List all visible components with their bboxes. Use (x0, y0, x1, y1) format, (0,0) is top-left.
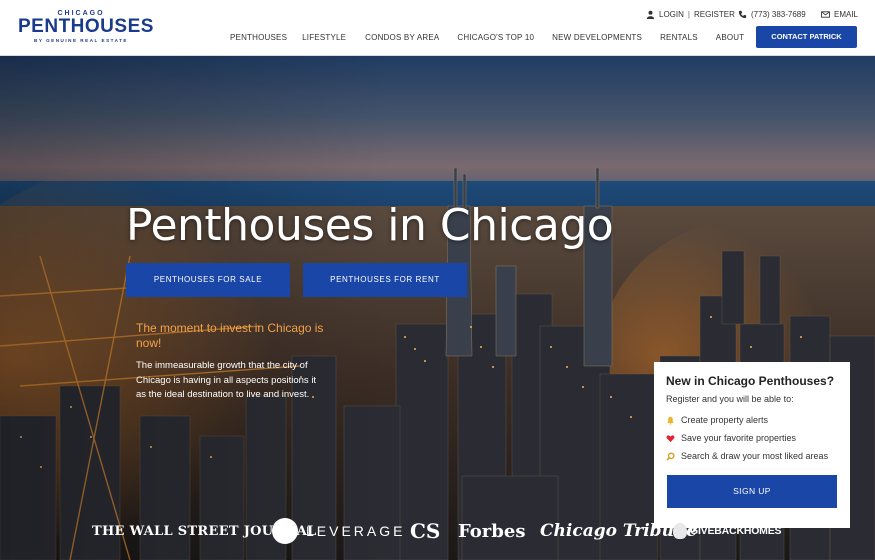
search-icon (666, 451, 675, 461)
givebackhomes-text: GIVEBACKHOMES (690, 525, 782, 537)
phone-number: (773) 383-7689 (751, 9, 806, 19)
main-nav: PENTHOUSES LIFESTYLE CONDOS BY AREA CHICAGO… (220, 27, 785, 47)
register-card-subtitle: Register and you will be able to: (666, 394, 794, 404)
phone-link[interactable]: (773) 383-7689 (738, 8, 806, 20)
cs-logo: CS (410, 519, 441, 543)
givebackhomes-logo: GIVEBACKHOMES (673, 518, 782, 544)
login-register: LOGIN | REGISTER (646, 8, 735, 20)
sign-up-button[interactable]: SIGN UP (667, 475, 837, 508)
benefit-item: Search & draw your most liked areas (666, 450, 828, 462)
penthouses-for-sale-button[interactable]: PENTHOUSES FOR SALE (126, 263, 290, 297)
invest-heading: The moment to invest in Chicago is now! (136, 321, 324, 350)
site-header: CHICAGO PENTHOUSES BY GENUINE REAL ESTAT… (0, 0, 875, 56)
logo-main-text: PENTHOUSES (18, 16, 154, 37)
phone-icon (738, 10, 747, 18)
benefit-label: Create property alerts (681, 415, 769, 425)
nav-item-penthouses[interactable]: PENTHOUSES (230, 33, 287, 42)
nav-item-rentals[interactable]: RENTALS (660, 33, 698, 42)
benefit-label: Save your favorite properties (681, 433, 797, 443)
benefit-item: Create property alerts (666, 414, 768, 426)
user-icon (646, 10, 655, 19)
benefit-label: Search & draw your most liked areas (681, 451, 829, 461)
mail-icon (821, 10, 830, 18)
contact-patrick-button[interactable]: CONTACT PATRICK (756, 26, 857, 48)
util-separator: | (687, 9, 690, 19)
nav-item-condos-by-area[interactable]: CONDOS BY AREA (365, 33, 439, 42)
penthouses-for-rent-button[interactable]: PENTHOUSES FOR RENT (303, 263, 467, 297)
email-link[interactable]: EMAIL (821, 8, 858, 20)
register-link[interactable]: REGISTER (694, 10, 735, 19)
site-logo[interactable]: CHICAGO PENTHOUSES BY GENUINE REAL ESTAT… (18, 10, 154, 44)
giveback-mark-icon (673, 523, 687, 539)
hero-title: Penthouses in Chicago (126, 200, 614, 251)
invest-paragraph: The immeasurable growth that the city of… (136, 360, 317, 400)
login-link[interactable]: LOGIN (659, 10, 684, 19)
bell-icon (667, 416, 674, 425)
leverage-text: LEVERAGE (306, 523, 406, 539)
logo-sub-text: BY GENUINE REAL ESTATE (34, 38, 128, 43)
nav-item-about[interactable]: ABOUT (716, 33, 745, 42)
register-card-title: New in Chicago Penthouses? (666, 374, 835, 388)
nav-item-lifestyle[interactable]: LIFESTYLE (302, 33, 346, 42)
email-label: EMAIL (834, 9, 859, 19)
heart-icon (666, 434, 675, 442)
leverage-logo: LEVERAGE (272, 518, 405, 544)
forbes-logo: Forbes (458, 520, 526, 542)
leverage-mark-icon (272, 518, 298, 544)
benefit-item: Save your favorite properties (666, 432, 796, 444)
nav-item-chicago-s-top-10[interactable]: CHICAGO'S TOP 10 (457, 33, 534, 42)
nav-item-new-developments[interactable]: NEW DEVELOPMENTS (552, 33, 642, 42)
